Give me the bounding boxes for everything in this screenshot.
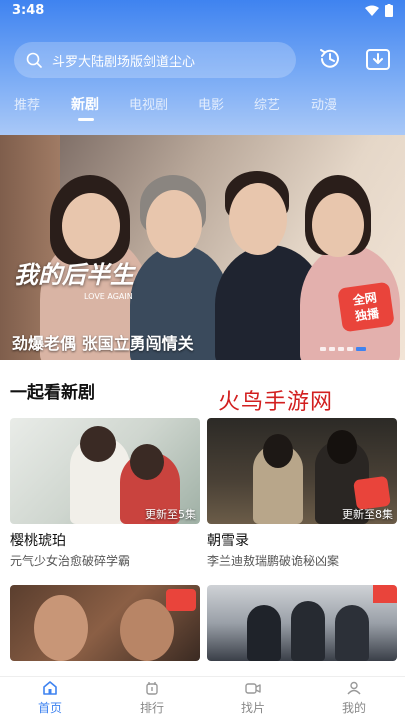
carousel-dot [320,347,326,351]
face-shape [229,183,287,255]
status-time: 3:48 [12,3,45,18]
thumbnail-figure [247,605,281,661]
hero-banner[interactable]: 全网 独播 [0,135,405,360]
face-shape [62,193,120,259]
drama-description: 元气少女治愈破碎学霸 [10,554,131,568]
status-icons [365,4,393,17]
thumbnail-figure [291,601,325,661]
carousel-dot [347,347,353,351]
tab-recommend[interactable]: 推荐 [14,94,40,113]
video-search-icon [245,683,261,694]
nav-home[interactable]: 首页 [20,681,80,716]
drama-card-next[interactable] [207,585,397,661]
tab-new-drama[interactable]: 新剧 [71,94,99,114]
exclusive-badge: 全网 独播 [337,281,395,333]
profile-icon [347,681,361,695]
ranking-icon [146,682,158,695]
nav-find-videos[interactable]: 找片 [223,681,283,716]
banner-title: 劲爆老偶 张国立勇闯情关 [12,334,194,353]
nav-home-label: 首页 [37,701,62,715]
update-status: 更新至8集 [342,508,393,521]
show-logo-text: 我的后半生 [14,260,134,289]
nav-profile[interactable]: 我的 [324,681,384,716]
search-bar[interactable]: 斗罗大陆剧场版剑道尘心 [14,42,296,78]
tab-variety[interactable]: 综艺 [254,94,280,113]
download-button[interactable] [363,44,393,74]
carousel-dot [338,347,344,351]
download-icon [366,49,390,70]
badge-line-2: 独播 [354,306,380,324]
drama-card-next[interactable] [10,585,200,661]
carousel-dots [320,347,366,351]
drama-title: 樱桃琥珀 [10,533,66,549]
search-placeholder: 斗罗大陆剧场版剑道尘心 [52,54,196,70]
nav-profile-label: 我的 [341,701,366,715]
history-button[interactable] [315,44,345,74]
nav-ranking[interactable]: 排行 [122,681,182,716]
tab-movies[interactable]: 电影 [198,94,224,113]
tab-anime[interactable]: 动漫 [311,94,337,113]
face-shape [146,190,202,258]
show-logo-en: LOVE AGAIN [84,292,133,301]
tab-tv-series[interactable]: 电视剧 [129,94,168,113]
history-icon [320,49,339,68]
thumbnail-figure [335,605,369,661]
nav-find-videos-label: 找片 [240,701,265,715]
face-shape [312,193,364,257]
wifi-icon [365,5,379,16]
drama-title: 朝雪录 [207,533,249,549]
tab-indicator [78,118,94,121]
header: 3:48 斗罗大陆剧场版剑道尘心 推荐 新剧 电视剧 电影 综艺 动漫 [0,0,405,135]
category-tabs: 推荐 新剧 电视剧 电影 综艺 动漫 [0,94,405,120]
carousel-dot [329,347,335,351]
thumbnail-badge [373,585,397,603]
show-logo: 我的后半生 LOVE AGAIN [14,255,134,301]
carousel-dot-active [356,347,366,351]
search-icon [26,52,42,68]
thumbnail-badge [166,589,196,611]
home-icon [43,681,57,695]
battery-icon [385,4,393,17]
nav-ranking-label: 排行 [139,701,164,715]
bottom-nav: 首页 排行 找片 我的 [0,676,405,720]
drama-description: 李兰迪敖瑞鹏破诡秘凶案 [207,554,340,568]
section-title: 一起看新剧 [10,383,95,403]
thumbnail-figure [34,595,88,661]
status-bar: 3:48 [0,0,405,22]
update-status: 更新至5集 [145,508,196,521]
watermark: 火鸟手游网 [218,390,334,415]
